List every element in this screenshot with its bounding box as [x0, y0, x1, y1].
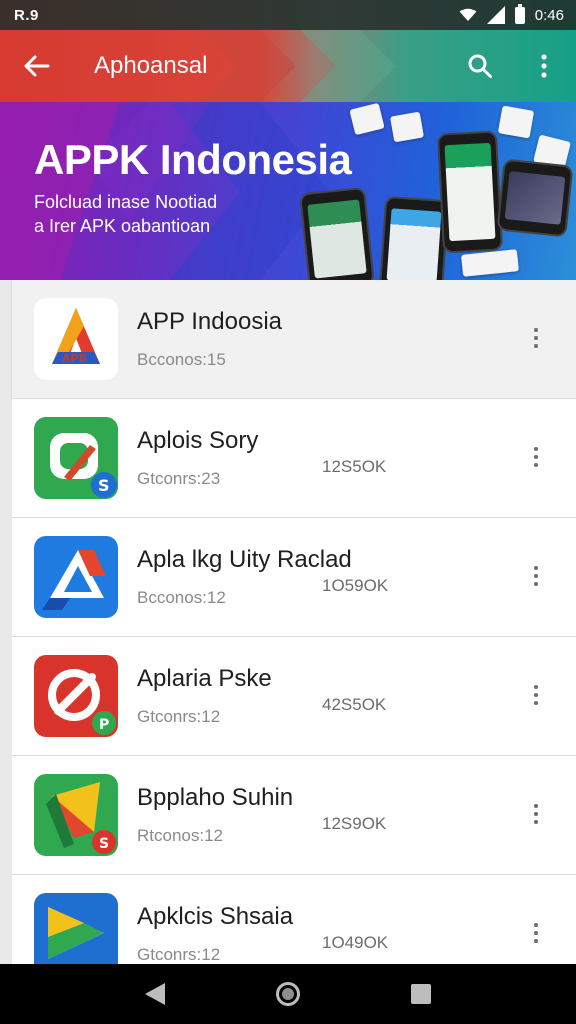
banner-card-decoration: [389, 111, 425, 143]
app-size: 1O49OK: [322, 933, 389, 952]
app-bar-title: Aphoansal: [94, 52, 208, 79]
list-item[interactable]: Apla lkg Uity Raclad Bcconos:12 1O59OK: [12, 518, 576, 637]
more-vert-icon: [534, 336, 538, 340]
app-name: Aplaria Pske: [137, 665, 272, 692]
more-vert-icon: [541, 54, 547, 78]
banner-subtitle: Folcluad inase Nootiad a Irer APK oabant…: [34, 190, 217, 238]
app-subtitle: Bcconos:12: [137, 588, 226, 607]
status-icons: 0:46: [459, 3, 564, 24]
search-button[interactable]: [448, 30, 512, 102]
list-item[interactable]: APB APP Indoosia Bcconos:15: [12, 280, 576, 399]
back-arrow-icon: [24, 55, 50, 77]
app-subtitle: Gtconrs:12: [137, 707, 221, 726]
app-subtitle: Gtconrs:12: [137, 945, 221, 964]
nav-home-icon[interactable]: [275, 982, 300, 1006]
app-name: Apla lkg Uity Raclad: [137, 546, 352, 573]
app-size: 42S5OK: [322, 695, 387, 714]
signal-icon: [486, 6, 505, 24]
item-more-button[interactable]: [518, 318, 554, 358]
svg-text:APB: APB: [62, 352, 87, 365]
app-subtitle: Bcconos:15: [137, 350, 226, 369]
svg-text:S: S: [98, 476, 110, 495]
aplaria-pske-icon: P: [34, 655, 118, 737]
overflow-menu-button[interactable]: [512, 30, 576, 102]
app-name: Apklcis Shsaia: [137, 903, 294, 930]
more-vert-icon: [534, 812, 538, 816]
svg-text:P: P: [99, 717, 109, 733]
list-item[interactable]: P Aplaria Pske Gtconrs:12 42S5OK: [12, 637, 576, 756]
app-size: 12S5OK: [322, 457, 387, 476]
apla-lkg-icon: [34, 536, 118, 618]
wifi-icon: [459, 8, 477, 22]
more-vert-icon: [534, 574, 538, 578]
bpplaho-suhin-icon: S: [34, 774, 118, 856]
more-vert-icon: [534, 455, 538, 459]
banner-phone-illustration: [496, 158, 574, 238]
system-nav-bar: [0, 964, 576, 1024]
back-button[interactable]: [0, 30, 74, 102]
aplois-sory-icon: S: [34, 417, 118, 499]
nav-back-icon[interactable]: [145, 983, 166, 1005]
list-item[interactable]: Apklcis Shsaia Gtconrs:12 1O49OK: [12, 875, 576, 964]
app-name: APP Indoosia: [137, 308, 282, 335]
item-more-button[interactable]: [518, 913, 554, 953]
search-icon: [468, 54, 492, 78]
banner-card-decoration: [497, 105, 535, 139]
list-item[interactable]: S Aplois Sory Gtconrs:23 12S5OK: [12, 399, 576, 518]
svg-text:S: S: [99, 836, 109, 852]
banner-title: APPK Indonesia: [34, 136, 352, 183]
list-item[interactable]: S Bpplaho Suhin Rtconos:12 12S9OK: [12, 756, 576, 875]
banner-phone-illustration: [436, 130, 504, 254]
app-name: Aplois Sory: [137, 427, 259, 454]
nav-recents-icon[interactable]: [410, 984, 431, 1004]
app-size: 12S9OK: [322, 814, 387, 833]
app-subtitle: Gtconrs:23: [137, 469, 221, 488]
app-size: 1O59OK: [322, 576, 389, 595]
app-bar: Aphoansal: [0, 30, 576, 102]
item-more-button[interactable]: [518, 437, 554, 477]
battery-icon: [514, 3, 525, 24]
item-more-button[interactable]: [518, 794, 554, 834]
banner-subtitle-line1: Folcluad inase Nootiad: [34, 192, 218, 212]
more-vert-icon: [534, 931, 538, 935]
app-subtitle: Rtconos:12: [137, 826, 223, 845]
banner-phone-illustration: [299, 186, 375, 280]
item-more-button[interactable]: [518, 675, 554, 715]
banner-subtitle-line2: a Irer APK oabantioan: [34, 216, 211, 236]
status-bar: R.9 0:46: [0, 0, 576, 30]
banner-phone-illustration: [378, 195, 450, 280]
more-vert-icon: [534, 693, 538, 697]
app-name: Bpplaho Suhin: [137, 784, 294, 811]
item-more-button[interactable]: [518, 556, 554, 596]
status-time: 0:46: [534, 6, 564, 24]
promo-banner[interactable]: APPK Indonesia Folcluad inase Nootiad a …: [0, 102, 576, 280]
status-left-text: R.9: [14, 6, 39, 24]
app-indoosia-icon: APB: [34, 298, 118, 380]
apklcis-shsaia-icon: [34, 893, 118, 964]
app-list: APB APP Indoosia Bcconos:15 S Aplois Sor…: [0, 280, 576, 964]
